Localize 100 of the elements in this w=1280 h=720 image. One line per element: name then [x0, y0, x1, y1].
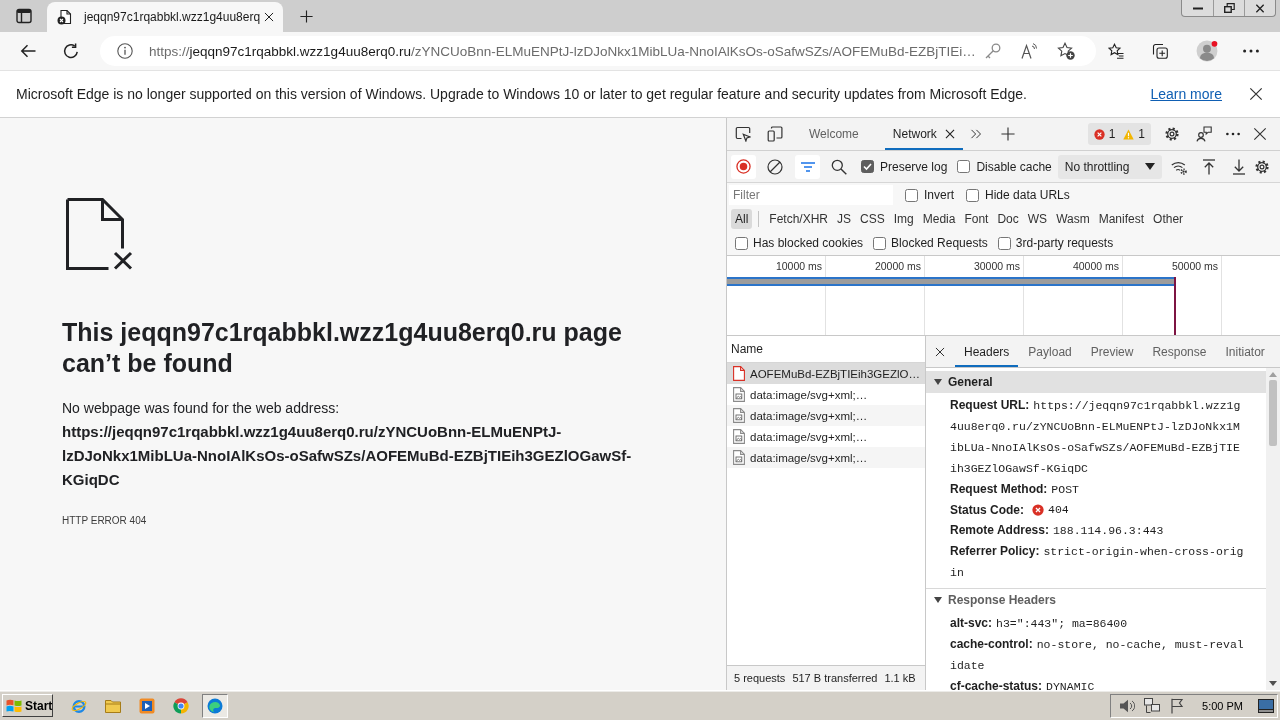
star-list-icon[interactable] — [1108, 43, 1124, 59]
checkbox[interactable] — [957, 160, 971, 173]
devtools-tab[interactable]: Welcome — [801, 118, 867, 150]
checkbox[interactable] — [905, 188, 918, 202]
filter-button[interactable] — [795, 154, 820, 179]
read-aloud-icon[interactable] — [1021, 43, 1037, 59]
circle-slash-icon[interactable] — [767, 158, 783, 175]
detail-tab[interactable]: Preview — [1081, 336, 1143, 367]
type-filter-button[interactable]: Fetch/XHR — [765, 209, 833, 229]
filter-field[interactable]: Filter — [729, 185, 893, 205]
close-icon[interactable] — [935, 346, 945, 357]
error-message: No webpage was found for the web address: — [62, 399, 341, 418]
refresh-icon[interactable] — [63, 43, 79, 59]
download-icon[interactable] — [1230, 158, 1247, 175]
collections-icon[interactable] — [1152, 43, 1168, 59]
type-filter-button[interactable]: Font — [960, 209, 993, 229]
clock-text[interactable]: 5:00 PM — [1202, 699, 1243, 712]
key-icon[interactable] — [985, 43, 1001, 59]
throttling-dropdown[interactable]: No throttling — [1057, 154, 1162, 179]
flag-icon[interactable] — [1169, 697, 1186, 714]
type-filter-button[interactable]: Doc — [993, 209, 1023, 229]
wave-logo-icon — [207, 697, 223, 714]
detail-tab[interactable]: Headers — [955, 336, 1019, 367]
request-row[interactable]: AOFEMuBd-EZBjTIEih3GEZlO… — [727, 363, 925, 384]
taskbar-app-button[interactable] — [202, 693, 228, 718]
column-header[interactable]: Name — [731, 336, 763, 362]
checkbox[interactable] — [873, 236, 887, 250]
star-plus-icon[interactable] — [1057, 42, 1075, 60]
type-filter-button[interactable]: Wasm — [1052, 209, 1094, 229]
page-url: https://jeqqn97c1rqabbkl.wzz1g4uu8erq0.ru/zYNCUoBnn-ELMuENPtJ-lzDJoNkx1MibLUa-NnoIAlKsOs-oSafwSZs/AOFEMuBd-EZBjTIEih3GEZlOGawSf-KGiqDC — [62, 422, 633, 490]
flag-logo-icon — [6, 698, 22, 713]
network-icon[interactable] — [1144, 697, 1161, 714]
info-icon[interactable] — [117, 43, 133, 59]
checkbox-label[interactable]: 3rd-party requests — [1015, 236, 1114, 250]
scrollbar-thumb[interactable] — [1269, 380, 1277, 446]
issues-button[interactable]: 1 1 — [1087, 123, 1151, 145]
checkbox[interactable] — [997, 236, 1011, 250]
page-heading: This jeqqn97c1rqabbkl.wzz1g4uu8erq0.ru page can’t be found — [62, 317, 623, 379]
speaker-icon[interactable] — [1119, 697, 1136, 714]
close-icon[interactable] — [944, 129, 955, 139]
request-row[interactable]: data:image/svg+xml;… — [727, 405, 925, 426]
type-filter-button[interactable]: Media — [918, 209, 960, 229]
avatar-icon[interactable] — [1196, 40, 1218, 62]
tab-actions-icon[interactable] — [16, 8, 32, 24]
type-filter-button[interactable]: JS — [833, 209, 856, 229]
section-header[interactable]: Response Headers — [926, 589, 1266, 611]
inspect-icon[interactable] — [735, 126, 751, 142]
type-filter-button[interactable]: Other — [1149, 209, 1188, 229]
scroll-up-icon — [1269, 372, 1277, 377]
new-tab-icon[interactable] — [300, 10, 313, 23]
request-row[interactable]: data:image/svg+xml;… — [727, 426, 925, 447]
feedback-icon[interactable] — [1196, 126, 1212, 142]
checkbox-label[interactable]: Invert — [924, 188, 954, 202]
circle-logo-icon — [173, 697, 189, 714]
detail-tab[interactable]: Initiator — [1216, 336, 1274, 367]
header-name: Status Code: — [950, 502, 1024, 519]
header-row-text: cf-cache-status: DYNAMIC — [950, 678, 1096, 690]
type-filter-button[interactable]: All — [731, 209, 753, 229]
dropdown-arrow-icon — [1144, 163, 1155, 170]
device-icon[interactable] — [767, 126, 783, 142]
detail-tab[interactable]: Payload — [1019, 336, 1081, 367]
close-icon[interactable] — [264, 12, 274, 22]
more-icon[interactable] — [1226, 132, 1240, 136]
checkbox-label[interactable]: Has blocked cookies — [753, 236, 864, 250]
checkbox-label[interactable]: Blocked Requests — [891, 236, 988, 250]
back-icon[interactable] — [20, 43, 36, 59]
type-filter-button[interactable]: CSS — [856, 209, 889, 229]
detail-tab[interactable]: Response — [1143, 336, 1216, 367]
request-row[interactable]: data:image/svg+xml;… — [727, 384, 925, 405]
settings-icon[interactable] — [1164, 126, 1180, 142]
desktop-icon[interactable] — [1258, 697, 1274, 714]
more-icon[interactable] — [1243, 49, 1259, 53]
type-filter-button[interactable]: Img — [889, 209, 918, 229]
type-filter-button[interactable]: WS — [1023, 209, 1052, 229]
checkbox[interactable] — [861, 160, 874, 173]
start-button[interactable]: Start — [2, 694, 53, 717]
learn-more-link[interactable]: Learn more — [1150, 86, 1222, 102]
double-chevron-icon[interactable] — [969, 128, 982, 140]
close-icon[interactable] — [1253, 127, 1267, 141]
header-row-text: Request Method: POST — [950, 481, 1080, 498]
error-code: HTTP ERROR 404 — [62, 514, 148, 528]
summary-text: 5 requests — [734, 672, 786, 684]
checkbox[interactable] — [735, 236, 748, 250]
checkbox-label[interactable]: Disable cache — [976, 159, 1052, 174]
header-row-text: Request URL: https://jeqqn97c1rqabbkl.wzz1g4uu8erq0.ru/zYNCUoBnn-ELMuENPtJ-lzDJoNkx1MibLUa-NnoIAlKsOs-oSafwSZs/AOFEMuBd-EZBjTIEih3GEZlOGawSf-KGiqDC — [950, 397, 1242, 477]
request-row[interactable]: data:image/svg+xml;… — [727, 447, 925, 468]
browser-tab[interactable]: jeqqn97c1rqabbkl.wzz1g4uu8erq — [47, 2, 283, 32]
checkbox[interactable] — [966, 188, 979, 202]
section-header[interactable]: General — [926, 371, 1266, 393]
close-icon[interactable] — [1249, 87, 1263, 101]
search-icon[interactable] — [831, 158, 847, 175]
type-filter-button[interactable]: Manifest — [1094, 209, 1149, 229]
address-field[interactable]: https://jeqqn97c1rqabbkl.wzz1g4uu8erq0.ru/zYNCUoBnn-ELMuENPtJ-lzDJoNkx1MibLUa-NnoIAlKsOs-oSafwSZs/AOFEMuBd-EZBjTIEi… — [100, 36, 1096, 66]
checkbox-label[interactable]: Preserve log — [880, 159, 948, 174]
checkbox-label[interactable]: Hide data URLs — [985, 188, 1070, 202]
upload-icon[interactable] — [1200, 158, 1217, 175]
tick-label: 30000 ms — [972, 259, 1021, 274]
record-button[interactable] — [731, 154, 756, 179]
settings-icon[interactable] — [1253, 158, 1270, 175]
header-row-text: Remote Address: 188.114.96.3:443 — [950, 522, 1165, 539]
